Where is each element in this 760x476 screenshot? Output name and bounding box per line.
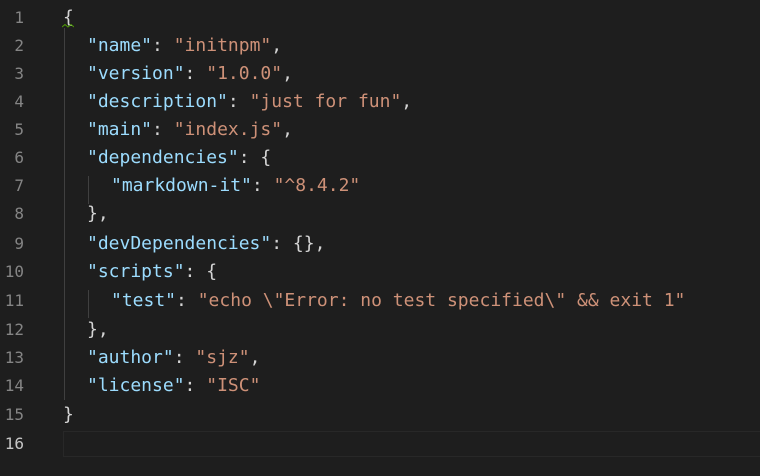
- json-key: "devDependencies": [87, 233, 272, 254]
- code-line-11[interactable]: 11 "test": "echo \"Error: no test specif…: [0, 287, 760, 315]
- json-string-value: "just for fun": [249, 91, 402, 112]
- colon: :: [184, 375, 207, 396]
- line-number: 12: [4, 320, 24, 339]
- json-string-value: "1.0.0": [206, 63, 283, 84]
- open-brace: {: [206, 261, 218, 282]
- code-line-1[interactable]: 1 {: [0, 4, 760, 32]
- json-key: "test": [111, 290, 177, 311]
- colon: :: [173, 347, 196, 368]
- code-line-6[interactable]: 6 "dependencies": {: [0, 144, 760, 172]
- json-key: "description": [87, 91, 228, 112]
- colon: :: [184, 261, 207, 282]
- line-content: "devDependencies": {},: [63, 230, 325, 258]
- line-number: 6: [14, 148, 24, 167]
- line-content: },: [63, 316, 109, 344]
- json-key: "scripts": [87, 261, 185, 282]
- line-content: },: [63, 200, 109, 228]
- json-string-value: "sjz": [195, 347, 250, 368]
- line-content: "scripts": {: [63, 258, 217, 286]
- line-content: }: [63, 401, 74, 429]
- line-number: 1: [14, 8, 24, 27]
- json-key: "main": [87, 119, 153, 140]
- json-key: "name": [87, 35, 153, 56]
- code-line-3[interactable]: 3 "version": "1.0.0",: [0, 60, 760, 88]
- json-key: "dependencies": [87, 147, 239, 168]
- code-editor[interactable]: 1 { 2 "name": "initnpm", 3 "version": "1…: [0, 0, 760, 476]
- code-line-16[interactable]: 16: [0, 430, 760, 458]
- line-number: 13: [4, 348, 24, 367]
- code-line-12[interactable]: 12 },: [0, 316, 760, 344]
- line-content: "main": "index.js",: [63, 116, 293, 144]
- json-string-value: "index.js": [173, 119, 283, 140]
- colon: :: [184, 63, 207, 84]
- colon: :: [227, 91, 250, 112]
- json-string-value: "initnpm": [173, 35, 272, 56]
- close-brace: }: [63, 404, 74, 425]
- line-number: 16: [4, 434, 24, 453]
- code-line-10[interactable]: 10 "scripts": {: [0, 258, 760, 286]
- code-line-4[interactable]: 4 "description": "just for fun",: [0, 88, 760, 116]
- json-key: "version": [87, 63, 185, 84]
- line-number: 5: [14, 120, 24, 139]
- comma: ,: [282, 119, 293, 140]
- line-number: 14: [4, 376, 24, 395]
- code-line-9[interactable]: 9 "devDependencies": {},: [0, 230, 760, 258]
- line-number: 7: [14, 176, 24, 195]
- line-number: 11: [4, 291, 24, 310]
- line-number: 10: [4, 262, 24, 281]
- colon: :: [251, 175, 274, 196]
- json-string-value: "^8.4.2": [273, 175, 361, 196]
- line-number: 8: [14, 204, 24, 223]
- line-content: "author": "sjz",: [63, 344, 260, 372]
- colon: :: [238, 147, 261, 168]
- line-number: 9: [14, 234, 24, 253]
- line-content: "dependencies": {: [63, 144, 271, 172]
- comma: ,: [401, 91, 413, 112]
- comma: ,: [282, 63, 293, 84]
- comma: ,: [249, 347, 261, 368]
- json-string-value: "ISC": [206, 375, 261, 396]
- json-string-value: "echo \"Error: no test specified\" && ex…: [197, 290, 686, 311]
- open-brace: {: [260, 147, 272, 168]
- code-line-14[interactable]: 14 "license": "ISC": [0, 372, 760, 400]
- json-key: "markdown-it": [111, 175, 252, 196]
- line-number: 2: [14, 36, 24, 55]
- line-content: "license": "ISC": [63, 372, 260, 400]
- line-content: "description": "just for fun",: [63, 88, 412, 116]
- code-line-8[interactable]: 8 },: [0, 200, 760, 228]
- colon: :: [152, 119, 174, 140]
- line-number: 3: [14, 64, 24, 83]
- json-key: "author": [87, 347, 174, 368]
- line-content: "test": "echo \"Error: no test specified…: [63, 287, 685, 315]
- colon: :: [271, 233, 293, 254]
- line-content: "version": "1.0.0",: [63, 60, 293, 88]
- code-line-2[interactable]: 2 "name": "initnpm",: [0, 32, 760, 60]
- empty-object: {},: [292, 233, 326, 254]
- line-number: 15: [4, 405, 24, 424]
- line-content: "markdown-it": "^8.4.2": [63, 172, 360, 200]
- colon: :: [152, 35, 174, 56]
- code-line-5[interactable]: 5 "main": "index.js",: [0, 116, 760, 144]
- line-content: "name": "initnpm",: [63, 32, 282, 60]
- code-line-7[interactable]: 7 "markdown-it": "^8.4.2": [0, 172, 760, 200]
- json-key: "license": [87, 375, 185, 396]
- code-line-13[interactable]: 13 "author": "sjz",: [0, 344, 760, 372]
- close-brace: },: [87, 319, 109, 340]
- colon: :: [176, 290, 198, 311]
- line-number: 4: [14, 92, 24, 111]
- comma: ,: [271, 35, 283, 56]
- close-brace: },: [87, 203, 109, 224]
- warning-squiggle-icon: [62, 24, 74, 28]
- code-line-15[interactable]: 15 }: [0, 401, 760, 429]
